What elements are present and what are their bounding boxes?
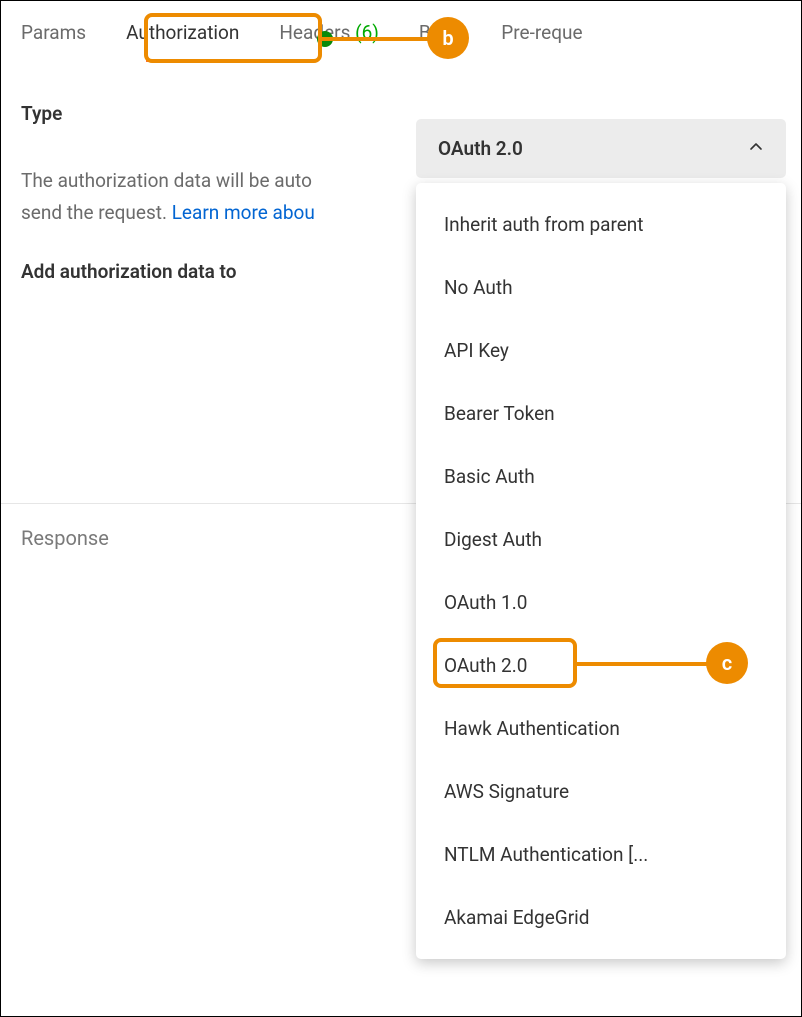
- tab-body[interactable]: Body: [419, 21, 461, 62]
- option-inherit-auth[interactable]: Inherit auth from parent: [416, 193, 786, 256]
- option-basic-auth[interactable]: Basic Auth: [416, 445, 786, 508]
- helper-line-1: The authorization data will be auto: [21, 169, 312, 192]
- auth-type-selected-value: OAuth 2.0: [438, 137, 523, 160]
- chevron-up-icon: [748, 137, 764, 160]
- tab-params[interactable]: Params: [21, 21, 86, 62]
- option-api-key[interactable]: API Key: [416, 319, 786, 382]
- tab-headers-label: Headers: [279, 21, 350, 44]
- option-no-auth[interactable]: No Auth: [416, 256, 786, 319]
- auth-type-select[interactable]: OAuth 2.0: [416, 119, 786, 178]
- auth-type-dropdown: Inherit auth from parent No Auth API Key…: [416, 183, 786, 959]
- type-label: Type: [21, 102, 416, 125]
- option-oauth-1[interactable]: OAuth 1.0: [416, 571, 786, 634]
- option-hawk[interactable]: Hawk Authentication: [416, 697, 786, 760]
- option-akamai[interactable]: Akamai EdgeGrid: [416, 886, 786, 949]
- option-aws-signature[interactable]: AWS Signature: [416, 760, 786, 823]
- option-ntlm[interactable]: NTLM Authentication [...: [416, 823, 786, 886]
- tab-authorization[interactable]: Authorization: [126, 21, 239, 62]
- request-tabs: Params Authorization Headers (6) Body Pr…: [1, 1, 801, 62]
- option-digest-auth[interactable]: Digest Auth: [416, 508, 786, 571]
- helper-line-2: send the request.: [21, 201, 172, 224]
- tab-pre-request[interactable]: Pre-reque: [501, 21, 582, 62]
- option-bearer-token[interactable]: Bearer Token: [416, 382, 786, 445]
- tab-headers-count: (6): [355, 21, 379, 44]
- option-oauth-2[interactable]: OAuth 2.0: [416, 634, 786, 697]
- learn-more-link[interactable]: Learn more abou: [172, 201, 315, 224]
- tab-headers[interactable]: Headers (6): [279, 21, 379, 62]
